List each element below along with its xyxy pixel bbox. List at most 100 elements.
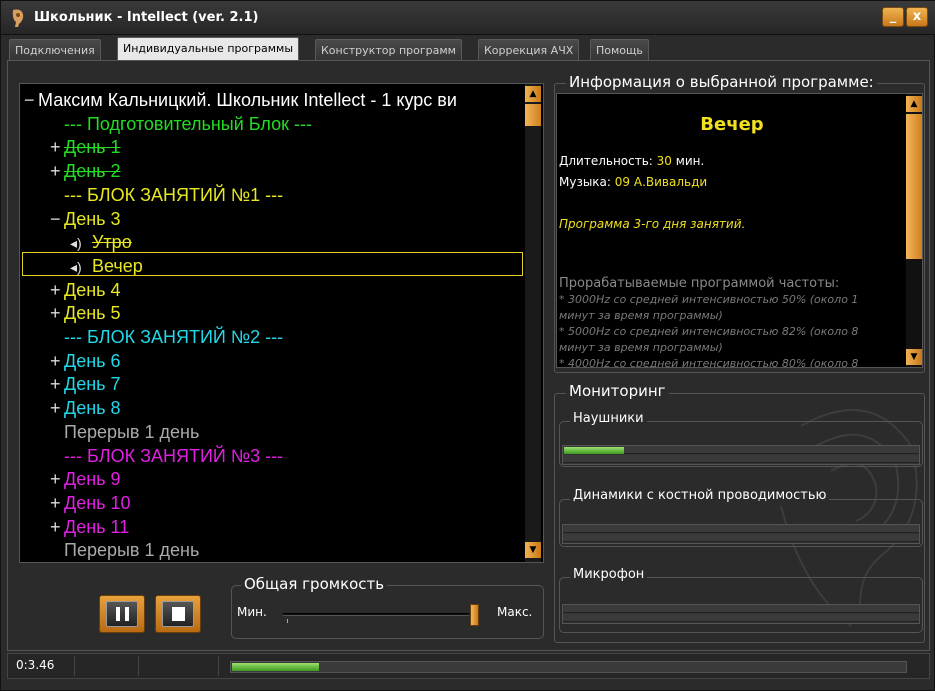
tab-program-builder[interactable]: Конструктор программ [315, 39, 462, 61]
tree-item[interactable]: + День 9 [50, 467, 121, 491]
tree-item-label: Перерыв 1 день [64, 540, 200, 561]
music-line: Музыка: 09 А.Вивальди [559, 175, 707, 189]
tab-individual-programs[interactable]: Индивидуальные программы [117, 37, 300, 61]
expand-icon[interactable]: + [50, 135, 64, 159]
tree-item-label: День 7 [64, 374, 121, 395]
tree-item-label: --- БЛОК ЗАНЯТИЙ №2 --- [64, 327, 284, 347]
freq-line: минут за время программы) [559, 341, 723, 354]
tree-item-label: Максим Кальницкий. Школьник Intellect - … [38, 90, 457, 110]
volume-min-label: Мин. [237, 605, 267, 619]
freq-line: * 5000Hz со средней интенсивностью 82% (… [559, 325, 859, 338]
duration-label: Длительность: [559, 154, 657, 168]
headphones-meter [562, 445, 920, 465]
expand-icon[interactable]: + [50, 349, 64, 373]
collapse-icon[interactable]: − [50, 207, 64, 231]
expand-icon[interactable]: + [50, 396, 64, 420]
expand-icon[interactable]: + [50, 467, 64, 491]
scroll-thumb[interactable] [525, 104, 541, 126]
tree-item-label: Перерыв 1 день [64, 421, 200, 442]
expand-icon[interactable]: + [50, 278, 64, 302]
bone-conduction-meter [562, 524, 920, 544]
scroll-down-icon[interactable]: ▼ [525, 542, 541, 558]
tab-frequency-correction[interactable]: Коррекция АЧХ [478, 39, 580, 61]
duration-unit: мин. [671, 154, 705, 168]
expand-icon[interactable]: + [50, 301, 64, 325]
expand-icon[interactable]: + [50, 159, 64, 183]
tree-item-label: День 8 [64, 398, 121, 419]
bone-conduction-label: Динамики с костной проводимостью [570, 488, 830, 503]
tree-item-label: День 9 [64, 469, 121, 490]
tree-item[interactable]: Перерыв 1 день [50, 420, 199, 444]
monitoring-group-label: Мониторинг [566, 382, 669, 400]
volume-group-label: Общая громкость [241, 575, 388, 593]
close-button[interactable]: x [906, 7, 928, 27]
microphone-label: Микрофон [570, 567, 648, 582]
expand-icon[interactable]: + [50, 491, 64, 515]
tree-item[interactable]: + День 2 [50, 159, 121, 183]
microphone-meter [562, 604, 920, 624]
volume-track[interactable] [283, 613, 469, 616]
tree-item[interactable]: --- БЛОК ЗАНЯТИЙ №3 --- [50, 444, 283, 468]
stop-button[interactable] [155, 595, 201, 633]
tree-item-label: --- БЛОК ЗАНЯТИЙ №3 --- [64, 445, 284, 466]
tree-item[interactable]: + День 10 [50, 491, 131, 515]
pause-button[interactable] [99, 595, 145, 633]
expand-icon[interactable]: + [50, 515, 64, 539]
tree-item-label: Утро [92, 232, 132, 253]
volume-tick [287, 619, 288, 623]
tree-item-label: --- БЛОК ЗАНЯТИЙ №1 --- [64, 184, 284, 205]
info-scroll-up-icon[interactable]: ▲ [906, 96, 922, 112]
duration-value: 30 [656, 154, 672, 168]
program-tree[interactable]: − Максим Кальницкий. Школьник Intellect -… [19, 83, 544, 563]
tree-item[interactable]: --- БЛОК ЗАНЯТИЙ №1 --- [50, 183, 283, 207]
tree-item-label: День 1 [64, 137, 121, 158]
program-description: Программа 3-го дня занятий. [559, 217, 746, 231]
playback-progress-fill [232, 663, 319, 671]
tree-item[interactable]: --- Подготовительный Блок --- [50, 112, 312, 136]
tree-item[interactable]: ◂) Утро [70, 230, 132, 254]
stop-icon [162, 601, 194, 627]
tree-item[interactable]: + День 4 [50, 278, 121, 302]
tree-item-label: День 6 [64, 350, 121, 371]
tree-item-label: День 3 [64, 208, 121, 229]
tree-item-label: День 2 [64, 161, 121, 182]
tree-item[interactable]: + День 7 [50, 372, 121, 396]
tab-connections[interactable]: Подключения [9, 39, 101, 61]
tree-item[interactable]: − Максим Кальницкий. Школьник Intellect -… [24, 88, 457, 112]
info-scrollbar[interactable]: ▲ ▼ [906, 94, 922, 367]
title-bar[interactable]: Школьник - Intellect (ver. 2.1) _ x [1, 1, 935, 35]
tree-item[interactable]: + День 11 [50, 515, 129, 539]
tree-item[interactable]: Перерыв 1 день [50, 538, 199, 562]
volume-max-label: Макс. [497, 605, 533, 619]
freq-header: Прорабатываемые программой частоты: [559, 276, 840, 291]
tree-item[interactable]: + День 5 [50, 301, 121, 325]
info-scroll-thumb[interactable] [906, 114, 922, 259]
elapsed-time: 0:3.46 [16, 658, 55, 672]
tree-item[interactable]: + День 6 [50, 349, 121, 373]
program-info-box: Вечер Длительность: 30 мин. Музыка: 09 А… [556, 93, 923, 368]
freq-line: * 3000Hz со средней интенсивностью 50% (… [559, 293, 859, 306]
headphones-meter-fill [564, 447, 624, 454]
tree-item[interactable]: + День 8 [50, 396, 121, 420]
tree-item[interactable]: − День 3 [50, 207, 121, 231]
headphones-label: Наушники [570, 411, 647, 426]
playback-progress[interactable] [230, 661, 907, 673]
app-logo-icon [12, 9, 24, 27]
tree-item-label: День 11 [64, 516, 130, 537]
tree-item[interactable]: --- БЛОК ЗАНЯТИЙ №2 --- [50, 325, 283, 349]
tree-item[interactable]: + День 1 [50, 135, 121, 159]
tab-help[interactable]: Помощь [590, 39, 649, 61]
volume-slider-thumb[interactable] [470, 604, 479, 626]
freq-line: * 4000Hz со средней интенсивностью 80% (… [559, 357, 859, 368]
scroll-up-icon[interactable]: ▲ [525, 86, 541, 102]
collapse-icon[interactable]: − [24, 88, 38, 112]
selection-highlight [22, 252, 523, 276]
tree-item-label: День 4 [64, 279, 121, 300]
minimize-button[interactable]: _ [882, 7, 904, 27]
info-scroll-down-icon[interactable]: ▼ [906, 349, 922, 365]
tree-scrollbar[interactable]: ▲ ▼ [525, 84, 541, 562]
expand-icon[interactable]: + [50, 372, 64, 396]
app-window: Школьник - Intellect (ver. 2.1) _ x Подк… [0, 0, 935, 691]
info-group-label: Информация о выбранной программе: [566, 73, 877, 91]
tree-item-label: День 5 [64, 303, 121, 324]
